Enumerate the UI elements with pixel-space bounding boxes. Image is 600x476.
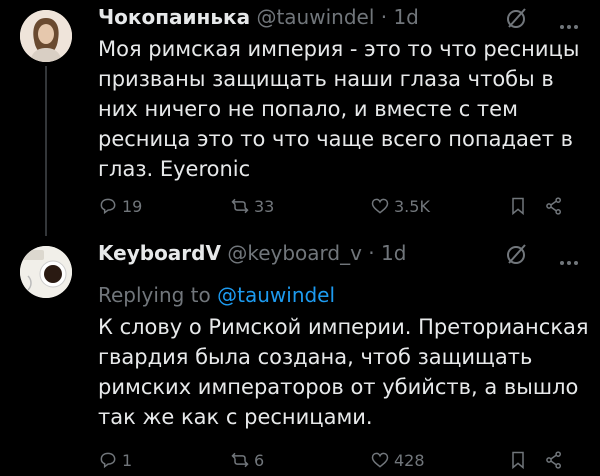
reply-button[interactable]: 19 bbox=[98, 196, 142, 216]
avatar[interactable] bbox=[20, 10, 72, 62]
share-icon bbox=[546, 451, 561, 469]
reply-icon bbox=[100, 198, 116, 215]
retweet-icon bbox=[231, 198, 249, 214]
tweet-text: Моя римская империя - это то что ресницы… bbox=[98, 37, 580, 181]
thread-line bbox=[45, 66, 47, 236]
heart-icon bbox=[371, 198, 389, 214]
share-button[interactable] bbox=[544, 196, 564, 216]
tweet-actions: 1 6 428 bbox=[98, 450, 578, 476]
reply-button[interactable]: 1 bbox=[98, 450, 132, 470]
more-icon[interactable] bbox=[560, 14, 584, 29]
more-icon[interactable] bbox=[560, 250, 584, 265]
retweet-count: 6 bbox=[254, 450, 265, 470]
retweet-icon bbox=[231, 452, 249, 468]
tweet-text: К слову о Римской империи. Преторианская… bbox=[98, 315, 589, 429]
reply-count: 1 bbox=[122, 450, 133, 470]
tweet-header: KeyboardV @keyboard_v · 1d bbox=[98, 240, 406, 266]
heart-icon bbox=[371, 452, 389, 468]
retweet-count: 33 bbox=[254, 196, 275, 216]
display-name[interactable]: Чокопаинька bbox=[98, 5, 250, 29]
display-name[interactable]: KeyboardV bbox=[98, 241, 221, 265]
reply-count: 19 bbox=[122, 196, 143, 216]
tweet-actions: 19 33 3.5K bbox=[98, 196, 578, 222]
like-button[interactable]: 428 bbox=[370, 450, 425, 470]
share-icon bbox=[546, 197, 561, 215]
share-button[interactable] bbox=[544, 450, 564, 470]
retweet-button[interactable]: 6 bbox=[230, 450, 264, 470]
bookmark-icon bbox=[512, 451, 524, 470]
tweet[interactable]: Чокопаинька @tauwindel · 1d Моя римская … bbox=[0, 0, 600, 236]
like-button[interactable]: 3.5K bbox=[370, 196, 430, 216]
grok-icon[interactable] bbox=[505, 6, 529, 30]
like-count: 428 bbox=[394, 450, 425, 470]
replying-to-handle[interactable]: @tauwindel bbox=[217, 283, 335, 307]
handle[interactable]: @tauwindel bbox=[256, 5, 374, 29]
retweet-button[interactable]: 33 bbox=[230, 196, 274, 216]
timestamp[interactable]: · 1d bbox=[381, 5, 419, 29]
handle[interactable]: @keyboard_v bbox=[227, 241, 362, 265]
reply-icon bbox=[100, 452, 116, 469]
timestamp[interactable]: · 1d bbox=[368, 241, 406, 265]
bookmark-button[interactable] bbox=[508, 196, 528, 216]
like-count: 3.5K bbox=[394, 196, 430, 216]
tweet-header: Чокопаинька @tauwindel · 1d bbox=[98, 4, 419, 30]
bookmark-button[interactable] bbox=[508, 450, 528, 470]
avatar[interactable] bbox=[20, 246, 72, 298]
replying-to-label: Replying to bbox=[98, 283, 211, 307]
replying-to: Replying to @tauwindel bbox=[98, 283, 335, 307]
grok-icon[interactable] bbox=[505, 242, 529, 266]
bookmark-icon bbox=[512, 197, 524, 216]
